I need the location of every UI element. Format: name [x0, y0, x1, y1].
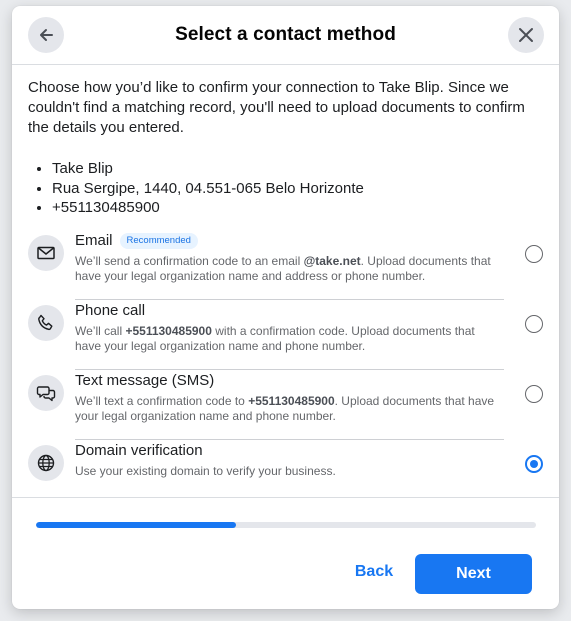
business-phone: +551130485900 — [52, 198, 543, 218]
radio-domain-verification[interactable] — [525, 454, 543, 473]
business-details-list: Take Blip Rua Sergipe, 1440, 04.551-065 … — [28, 159, 543, 218]
option-description: We’ll call +551130485900 with a confirma… — [75, 323, 475, 353]
dialog-body: Choose how you’d like to confirm your co… — [12, 65, 559, 511]
radio-text-message[interactable] — [525, 384, 543, 403]
option-title: Email — [75, 231, 113, 249]
business-address: Rua Sergipe, 1440, 04.551-065 Belo Horiz… — [52, 179, 543, 199]
option-title: Text message (SMS) — [75, 371, 215, 389]
option-domain-verification[interactable]: Domain verification Use your existing do… — [28, 441, 543, 511]
option-phone-call[interactable]: Phone call We’ll call +551130485900 with… — [28, 301, 543, 371]
option-text-message[interactable]: Text message (SMS) We’ll text a confirma… — [28, 371, 543, 441]
option-description: We’ll text a confirmation code to +55113… — [75, 393, 495, 423]
option-email[interactable]: Email Recommended We’ll send a confirmat… — [28, 231, 543, 301]
envelope-icon — [28, 234, 64, 271]
option-title: Phone call — [75, 301, 146, 319]
close-button[interactable] — [508, 17, 544, 53]
dialog-header: Select a contact method — [12, 6, 559, 65]
progress-bar-fill — [36, 522, 236, 528]
chat-bubbles-icon — [28, 374, 64, 411]
next-button[interactable]: Next — [415, 554, 532, 594]
dialog-title: Select a contact method — [175, 24, 396, 45]
radio-phone-call[interactable] — [525, 314, 543, 333]
phone-icon — [28, 304, 64, 341]
option-description: We’ll send a confirmation code to an ema… — [75, 253, 491, 283]
recommended-badge: Recommended — [119, 232, 198, 249]
contact-method-dialog: Select a contact method Choose how you’d… — [12, 6, 559, 609]
contact-options: Email Recommended We’ll send a confirmat… — [28, 231, 543, 511]
option-description: Use your existing domain to verify your … — [75, 463, 336, 478]
globe-icon — [28, 444, 64, 481]
back-button[interactable]: Back — [346, 554, 402, 590]
arrow-left-icon — [40, 29, 53, 41]
radio-email[interactable] — [525, 244, 543, 263]
business-name: Take Blip — [52, 159, 543, 179]
intro-text: Choose how you’d like to confirm your co… — [28, 79, 525, 136]
close-icon — [519, 28, 533, 42]
footer-divider — [12, 497, 559, 498]
back-arrow-button[interactable] — [28, 17, 64, 53]
option-title: Domain verification — [75, 441, 203, 459]
progress-bar — [36, 522, 536, 528]
